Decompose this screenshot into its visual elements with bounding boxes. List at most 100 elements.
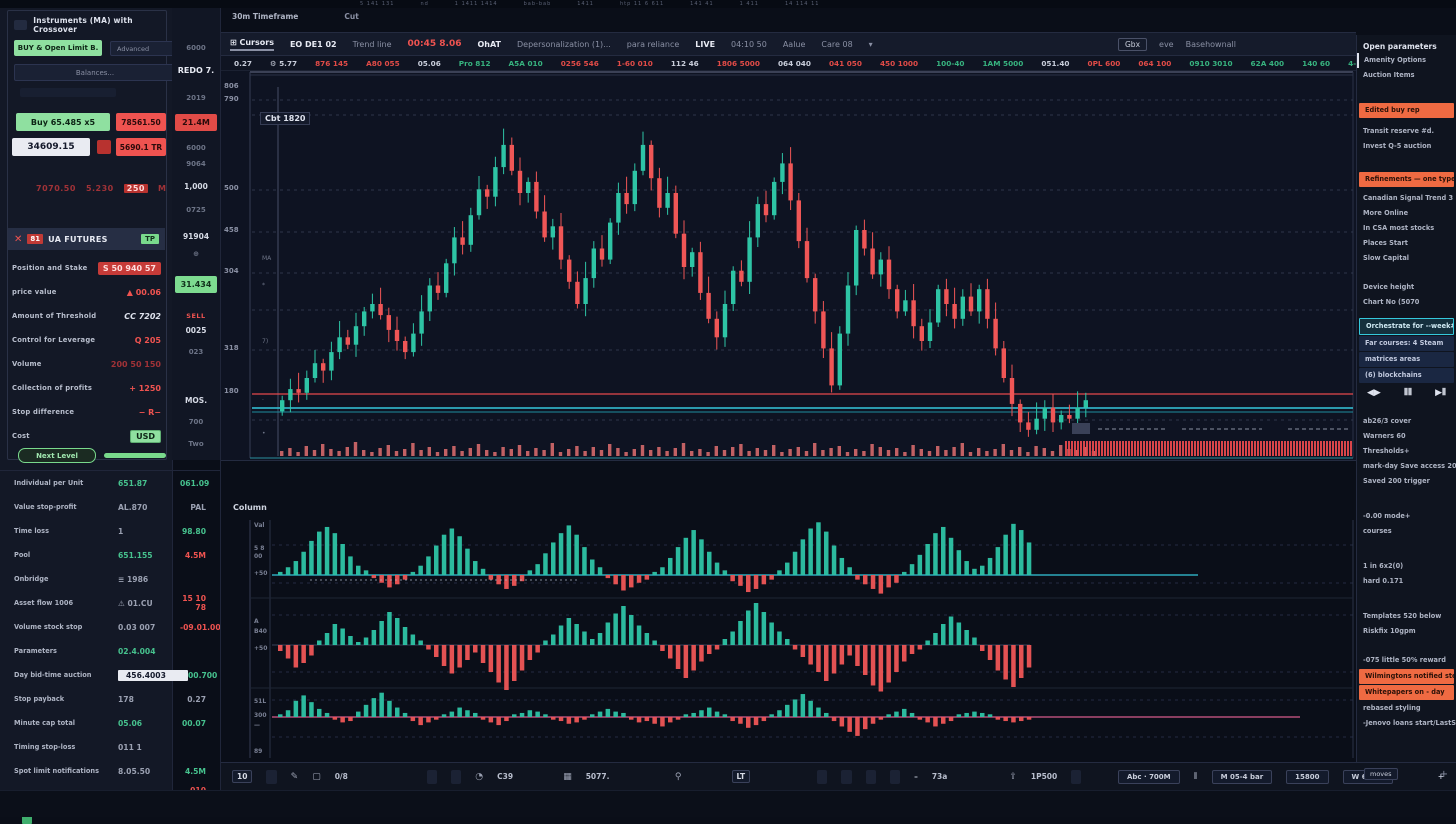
form-value[interactable]: CC 7202 bbox=[124, 312, 161, 321]
bottom-bar-item[interactable]: 1P500 bbox=[1031, 772, 1057, 781]
table-row[interactable]: Pool651.1554.5M bbox=[0, 543, 220, 567]
ladder-price[interactable]: REDO 7. bbox=[172, 66, 220, 75]
sidebar-item[interactable]: Templates 520 below bbox=[1357, 609, 1456, 624]
bottom-bar-item[interactable]: C39 bbox=[497, 772, 513, 781]
sidebar-item[interactable]: mark-day Save access 200 bbox=[1357, 459, 1456, 474]
form-value[interactable]: ▲ 00.06 bbox=[127, 288, 161, 297]
table-row[interactable]: Volume stock stop0.03 007-09.01.00 bbox=[0, 615, 220, 639]
toolbar-item[interactable]: 04:10 50 bbox=[731, 40, 767, 49]
bottom-bar-item[interactable]: ✎ bbox=[291, 772, 299, 782]
ladder-price[interactable]: Two bbox=[172, 440, 220, 448]
bottom-bar-item[interactable]: ▦ bbox=[563, 772, 572, 782]
sidebar-item[interactable]: Slow Capital bbox=[1357, 251, 1456, 266]
sidebar-item[interactable]: Transit reserve #d. bbox=[1357, 124, 1456, 139]
form-value[interactable]: USD bbox=[130, 430, 161, 443]
sidebar-item[interactable]: Far courses: 4 Steam bbox=[1359, 336, 1454, 351]
sidebar-item[interactable]: Auction Items bbox=[1357, 68, 1456, 83]
sidebar-item[interactable]: Edited buy rep bbox=[1359, 103, 1454, 118]
bottom-bar-item[interactable]: 5077. bbox=[586, 772, 610, 781]
sidebar-item[interactable]: Invest Q-5 auction bbox=[1357, 139, 1456, 154]
ladder-price[interactable]: SELL bbox=[172, 312, 220, 320]
form-value[interactable]: − R− bbox=[139, 408, 161, 417]
ladder-price[interactable]: 1,000 bbox=[172, 182, 220, 191]
bottom-bar-item[interactable]: 73a bbox=[932, 772, 948, 781]
top-menu-item[interactable]: nd bbox=[420, 1, 428, 7]
sidebar-item[interactable]: ◀▶ ⦀⦀ ▶⦀ bbox=[1357, 384, 1456, 408]
ladder-price[interactable]: 21.4M bbox=[175, 114, 217, 131]
table-row[interactable]: Day bid-time auction456.400300.700 bbox=[0, 663, 220, 687]
ladder-price[interactable]: 023 bbox=[172, 348, 220, 356]
balance-input[interactable]: Balances... bbox=[14, 64, 176, 81]
table-row[interactable]: Spot limit notifications8.05.504.5M bbox=[0, 759, 220, 783]
tab-cut[interactable]: Cut bbox=[344, 12, 358, 21]
ladder-price[interactable]: 6000 bbox=[172, 44, 220, 52]
bottom-bar-item[interactable]: ◔ bbox=[475, 772, 483, 782]
table-row[interactable]: Stop payback1780.27 bbox=[0, 687, 220, 711]
ladder-price[interactable]: 6000 bbox=[172, 144, 220, 152]
sidebar-item[interactable]: Thresholds+ bbox=[1357, 444, 1456, 459]
candlestick-chart[interactable] bbox=[220, 71, 1356, 461]
top-menu-item[interactable]: bab-bab bbox=[524, 1, 552, 7]
toolbar-right-item[interactable]: eve bbox=[1159, 40, 1174, 49]
sell-stop-button[interactable]: 5690.1 TR bbox=[116, 138, 166, 156]
open-limit-button[interactable]: BUY & Open Limit B. bbox=[14, 40, 102, 56]
sidebar-item[interactable]: Places Start bbox=[1357, 236, 1456, 251]
table-row[interactable]: Parameters02.4.004 bbox=[0, 639, 220, 663]
toolbar-item[interactable]: LIVE bbox=[695, 40, 715, 49]
tool-icon-button[interactable] bbox=[266, 770, 276, 784]
tool-icon-button[interactable] bbox=[841, 770, 851, 784]
sidebar-item[interactable]: Canadian Signal Trend 3 bbox=[1357, 191, 1456, 206]
tool-icon-button[interactable] bbox=[817, 770, 827, 784]
ladder-price[interactable]: 91904 bbox=[172, 232, 220, 241]
buy-button[interactable]: Buy 65.485 x5 bbox=[16, 113, 110, 131]
ladder-price[interactable]: 700 bbox=[172, 418, 220, 426]
ladder-price[interactable]: 9064 bbox=[172, 160, 220, 168]
playback-icon[interactable]: ▶⦀ bbox=[1435, 388, 1446, 404]
toolbar-item[interactable]: ⊞ Cursors bbox=[230, 38, 274, 51]
toolbar-item[interactable]: EO DE1 02 bbox=[290, 40, 337, 49]
table-row[interactable]: Value stop-profitAL.870PAL bbox=[0, 495, 220, 519]
ladder-price[interactable]: MOS. bbox=[172, 396, 220, 405]
toolbar-item[interactable]: Care 08 bbox=[821, 40, 852, 49]
sidebar-item[interactable]: Warners 60 bbox=[1357, 429, 1456, 444]
top-menu-item[interactable]: 14 114 11 bbox=[785, 1, 819, 7]
sidebar-item[interactable]: Amenity Options bbox=[1357, 53, 1456, 68]
toolbar-item[interactable]: OhAT bbox=[477, 40, 501, 49]
bottom-bar-item[interactable]: – bbox=[914, 772, 918, 781]
tool-icon-button[interactable] bbox=[866, 770, 876, 784]
main-chart-area[interactable] bbox=[220, 71, 1356, 461]
sidebar-item[interactable]: Chart No (5070 bbox=[1357, 295, 1456, 310]
ladder-price[interactable]: 31.434 bbox=[175, 276, 217, 293]
table-row[interactable]: Onbridge≡ 1986 bbox=[0, 567, 220, 591]
sell-button[interactable]: 78561.50 bbox=[116, 113, 166, 131]
form-value[interactable]: S 50 940 57 bbox=[98, 262, 161, 275]
top-menu-item[interactable]: 1411 bbox=[577, 1, 594, 7]
advanced-input[interactable]: Advanced bbox=[110, 41, 176, 56]
ladder-price[interactable]: ⊕ bbox=[172, 250, 220, 258]
table-row[interactable]: Asset flow 1006⚠ 01.CU15 10 78 bbox=[0, 591, 220, 615]
bottom-bar-item[interactable]: LT bbox=[732, 770, 751, 783]
percent-toggle[interactable] bbox=[97, 140, 111, 154]
top-menu-item[interactable]: 1 1411 1414 bbox=[455, 1, 498, 7]
bottom-bar-item[interactable]: ⇪ bbox=[1009, 772, 1017, 782]
tool-icon-button[interactable] bbox=[1071, 770, 1081, 784]
moves-button[interactable]: moves bbox=[1364, 768, 1398, 780]
playback-icon[interactable]: ⦀⦀ bbox=[1404, 388, 1412, 404]
toolbar-right-item[interactable]: Gbx bbox=[1118, 38, 1147, 51]
price-input[interactable]: 34609.15 bbox=[12, 138, 90, 156]
sidebar-item[interactable]: In CSA most stocks bbox=[1357, 221, 1456, 236]
sidebar-item[interactable]: hard 0.171 bbox=[1357, 574, 1456, 589]
bottom-bar-button[interactable]: M 05-4 bar bbox=[1212, 770, 1273, 784]
add-icon[interactable]: + bbox=[1440, 769, 1448, 780]
form-value[interactable]: + 1250 bbox=[129, 384, 161, 393]
sidebar-item[interactable]: -0.00 mode+ bbox=[1357, 509, 1456, 524]
sidebar-item[interactable]: -075 little 50% reward bbox=[1357, 653, 1456, 668]
playback-icon[interactable]: ◀▶ bbox=[1367, 388, 1381, 404]
tab-timeframe[interactable]: 30m Timeframe bbox=[232, 12, 298, 21]
sidebar-item[interactable]: courses bbox=[1357, 524, 1456, 539]
secondary-input[interactable] bbox=[20, 88, 116, 97]
sidebar-item[interactable]: Riskfix 10gpm bbox=[1357, 624, 1456, 639]
bottom-bar-item[interactable]: 0/8 bbox=[335, 772, 348, 781]
toolbar-right-item[interactable]: Basehownall bbox=[1186, 40, 1236, 49]
tool-icon-button[interactable] bbox=[451, 770, 461, 784]
